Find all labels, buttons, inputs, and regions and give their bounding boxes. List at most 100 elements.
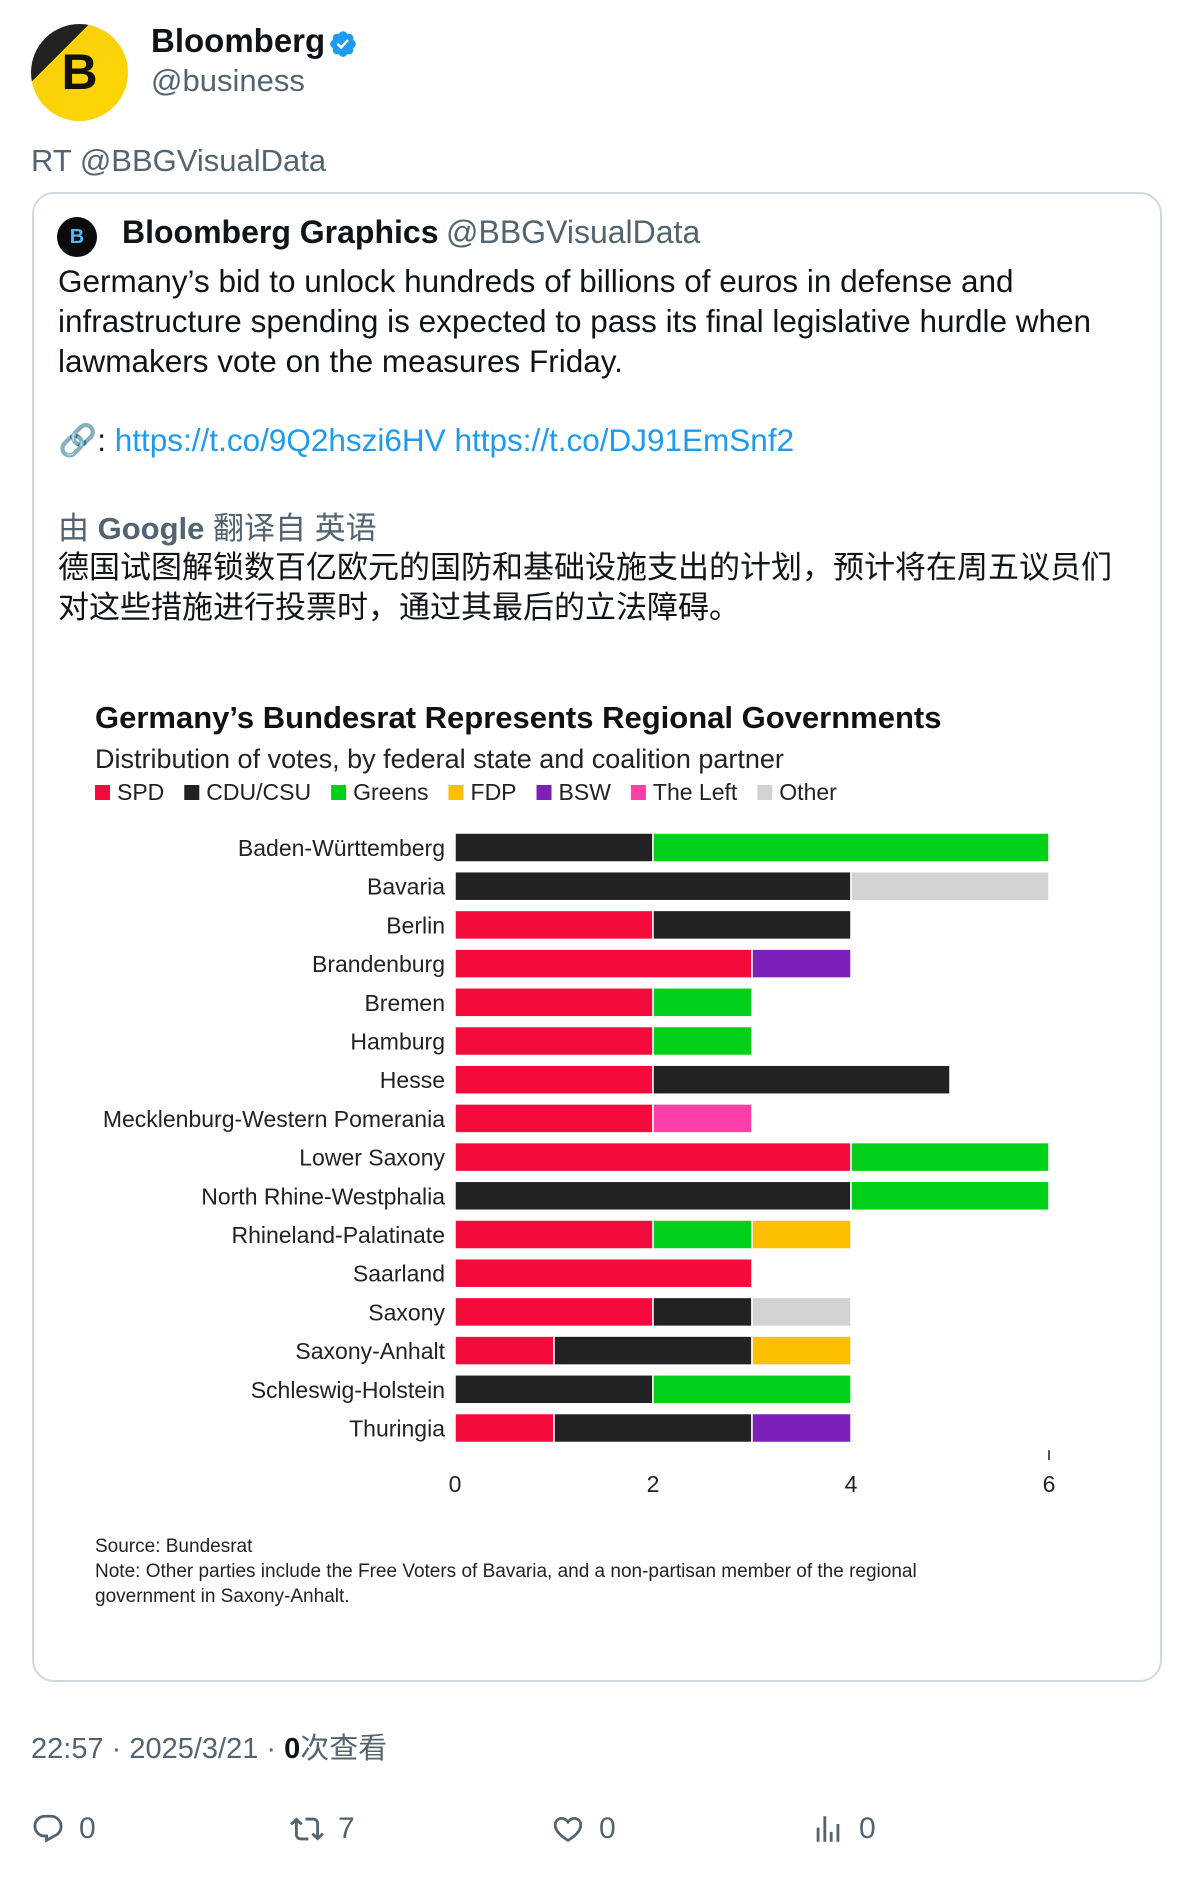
category-label: Baden-Württemberg [238,835,445,861]
chart-source: Source: Bundesrat [95,1536,253,1557]
category-label: Saxony [368,1299,445,1325]
bar-segment [454,1103,654,1134]
legend-label-2: Greens [353,779,428,805]
bar-segment [454,870,852,902]
bar-segment [652,1374,852,1405]
reply-button[interactable]: 0 [31,1812,96,1846]
bar-segment [454,1141,852,1173]
category-label: Hesse [380,1067,445,1093]
category-label: Rhineland-Palatinate [231,1222,445,1248]
display-name[interactable]: Bloomberg [151,22,325,60]
bar-segment [652,1064,951,1095]
legend-swatch-6 [757,785,773,800]
link-icon: 🔗 [58,422,98,458]
bar-segment [454,1257,753,1289]
analytics-icon [816,1816,840,1842]
link-2[interactable]: https://t.co/DJ91EmSnf2 [454,422,794,458]
legend-swatch-4 [536,785,552,800]
like-button[interactable]: 0 [551,1812,616,1846]
reply-icon [33,1814,63,1843]
x-tick-label: 6 [1043,1471,1056,1497]
bar-segment [454,1374,654,1405]
bar-segment [751,1335,852,1366]
quoted-links: 🔗: https://t.co/9Q2hszi6HV https://t.co/… [58,422,794,459]
translation-attribution: 由 Google 翻译自 英语 [58,503,377,548]
analytics-count: 0 [859,1812,876,1845]
category-label: North Rhine-Westphalia [201,1183,445,1209]
chart-subtitle: Distribution of votes, by federal state … [95,744,784,774]
quoted-handle: @BBGVisualData [446,214,701,250]
translated-text: 德国试图解锁数百亿欧元的国防和基础设施支出的计划，预计将在周五议员们对这些措施进… [58,550,1112,625]
bar-segment [850,870,1050,902]
category-label: Mecklenburg-Western Pomerania [103,1106,445,1132]
quoted-avatar-letter: B [69,226,85,248]
bar-segment [652,1219,753,1250]
bar-segment [652,832,1050,863]
bar-segment [652,987,753,1018]
handle[interactable]: @business [151,63,305,99]
views-count: 0 [284,1733,301,1765]
x-tick-label: 2 [647,1471,660,1497]
bar-segment [454,832,654,863]
chart-note-cont: government in Saxony-Anhalt. [95,1586,350,1607]
legend-swatch-2 [331,785,347,800]
retweet-icon [290,1817,324,1841]
bar-segment [751,1412,852,1444]
translate-prefix: 由 [58,511,89,546]
quoted-tweet-text: Germany’s bid to unlock hundreds of bill… [58,263,1092,379]
analytics-button[interactable]: 0 [811,1812,876,1846]
bar-segment [454,1025,654,1057]
category-label: Saxony-Anhalt [295,1338,445,1364]
category-label: Thuringia [349,1416,445,1442]
like-count: 0 [599,1812,616,1845]
timestamp-text: 22:57 · 2025/3/21 · [31,1733,285,1765]
bar-segment [454,987,654,1018]
legend-swatch-5 [630,785,646,800]
bar-segment [652,909,852,941]
x-tick-label: 4 [845,1471,858,1497]
bar-segment [454,1064,654,1095]
legend-label-1: CDU/CSU [206,779,311,805]
bar-segment [454,1296,654,1328]
bar-segment [553,1335,753,1366]
quoted-display-name[interactable]: Bloomberg Graphics [122,214,439,251]
category-label: Schleswig-Holstein [251,1377,445,1403]
bar-segment [454,1412,555,1444]
bar-segment [751,1296,852,1328]
bar-segment [850,1180,1050,1212]
category-label: Bavaria [367,874,445,900]
category-label: Bremen [364,990,445,1016]
legend-swatch-1 [184,785,200,800]
retweet-button[interactable]: 7 [290,1812,355,1846]
bar-segment [454,1219,654,1250]
category-label: Saarland [353,1261,445,1287]
bar-segment [652,1103,753,1134]
avatar-letter: B [61,44,98,100]
google-logo: Google [97,511,205,546]
bar-segment [454,909,654,941]
category-label: Berlin [386,912,445,938]
legend-label-3: FDP [471,779,517,805]
heart-icon [553,1816,583,1842]
translate-suffix: 翻译自 英语 [213,511,377,546]
bar-segment [751,948,852,979]
bar-segment [454,1180,852,1212]
bar-segment [454,948,753,979]
timestamp[interactable]: 22:57 · 2025/3/21 · 0次查看 [31,1725,387,1767]
link-separator: : [97,422,106,458]
category-label: Lower Saxony [299,1145,445,1171]
reply-count: 0 [79,1812,96,1845]
views-label: 次查看 [300,1733,388,1765]
legend-label-0: SPD [117,779,164,805]
bar-segment [850,1141,1050,1173]
category-label: Brandenburg [312,951,445,977]
legend-label-4: BSW [559,779,612,805]
chart-title: Germany’s Bundesrat Represents Regional … [95,700,941,735]
chart-note: Note: Other parties include the Free Vot… [95,1561,917,1582]
legend-label-5: The Left [653,779,738,805]
verified-badge-icon [330,31,356,57]
legend-label-6: Other [779,779,837,805]
link-1[interactable]: https://t.co/9Q2hszi6HV [115,422,446,458]
bar-segment [652,1296,753,1328]
legend-swatch-3 [448,785,464,800]
